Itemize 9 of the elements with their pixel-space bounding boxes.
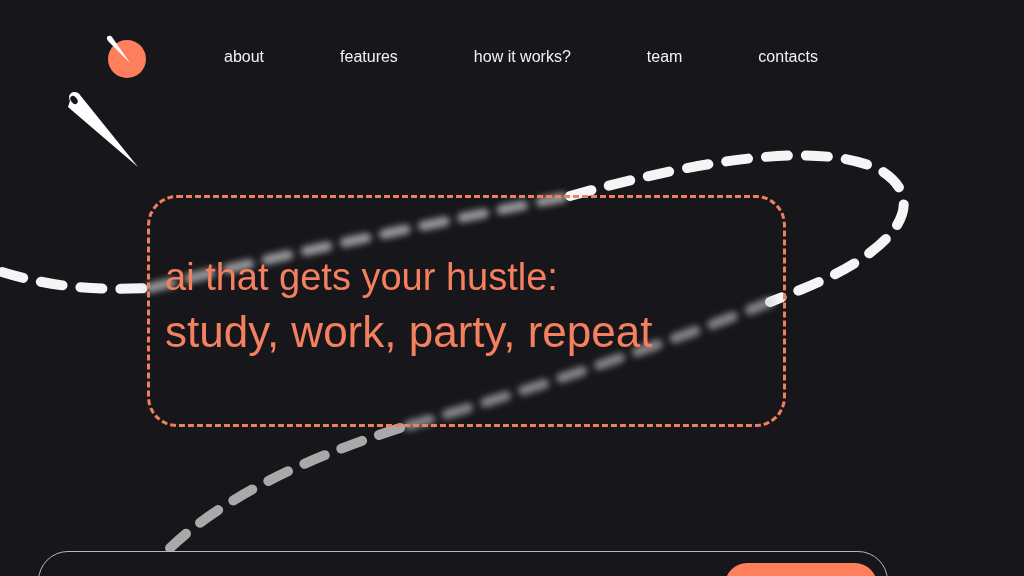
hero-heading: ai that gets your hustle:	[165, 255, 559, 300]
nav-link[interactable]: team	[646, 48, 683, 66]
nav-link[interactable]: contacts	[758, 48, 818, 66]
needle-icon	[66, 91, 140, 169]
logo-icon[interactable]	[106, 35, 148, 79]
nav-link[interactable]: about	[224, 48, 265, 66]
nav-link[interactable]: features	[340, 48, 398, 66]
nav-link[interactable]: how it works?	[473, 48, 571, 66]
hero-heading: study, work, party, repeat	[165, 306, 654, 358]
